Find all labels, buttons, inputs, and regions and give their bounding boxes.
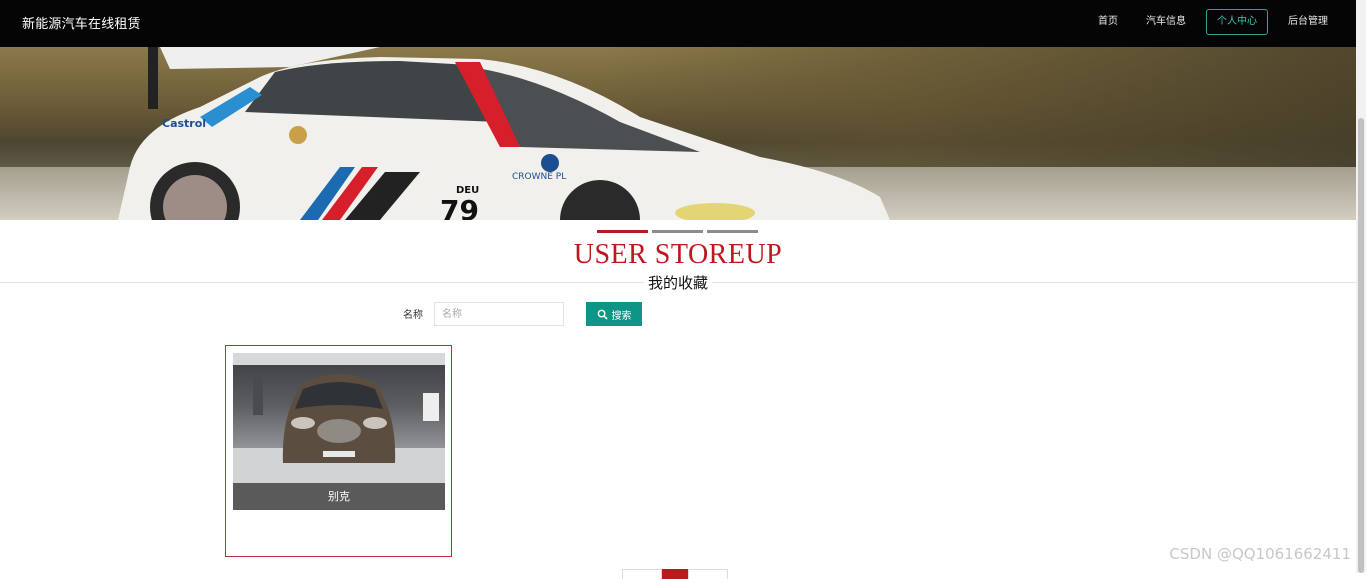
search-button[interactable]: 搜索	[586, 302, 642, 326]
nav-item-personal-center[interactable]: 个人中心	[1206, 9, 1268, 35]
top-navbar: 新能源汽车在线租赁 首页 汽车信息 个人中心 后台管理	[0, 0, 1356, 47]
nav-item-admin[interactable]: 后台管理	[1274, 9, 1356, 35]
pagination-page-current[interactable]	[662, 569, 688, 579]
svg-text:Castrol: Castrol	[162, 117, 206, 130]
watermark-text: CSDN @QQ1061662411	[1169, 545, 1351, 563]
carousel-indicator[interactable]	[707, 230, 758, 233]
section-title-cn: 我的收藏	[643, 274, 712, 292]
car-image[interactable]	[233, 353, 445, 483]
nav-item-car-info[interactable]: 汽车信息	[1132, 9, 1200, 35]
carousel-indicators	[597, 230, 758, 233]
svg-text:CROWNE PL: CROWNE PL	[512, 172, 566, 182]
car-photo	[233, 353, 445, 483]
search-label: 名称	[403, 310, 423, 321]
page-scrollbar[interactable]	[1356, 0, 1366, 573]
car-name[interactable]: 别克	[233, 483, 445, 510]
scrollbar-thumb[interactable]	[1358, 118, 1364, 573]
favorite-card[interactable]: 别克	[225, 345, 452, 557]
search-icon	[597, 309, 608, 320]
race-car-image: Castrol CROWNE PL DEU 79	[118, 47, 890, 220]
carousel-indicator[interactable]	[652, 230, 703, 233]
nav-item-home[interactable]: 首页	[1084, 9, 1132, 35]
carousel-indicator[interactable]	[597, 230, 648, 233]
section-title-en: USER STOREUP	[573, 239, 783, 270]
banner-carousel[interactable]: Castrol CROWNE PL DEU 79	[0, 47, 1356, 220]
search-input[interactable]	[434, 302, 564, 326]
pagination-prev[interactable]	[622, 569, 662, 579]
nav-menu: 首页 汽车信息 个人中心 后台管理	[1084, 9, 1356, 35]
search-button-label: 搜索	[611, 310, 632, 322]
pagination-next[interactable]	[688, 569, 728, 579]
pagination	[622, 569, 728, 579]
section-title-cn-wrap: 我的收藏	[0, 272, 1356, 293]
site-title[interactable]: 新能源汽车在线租赁	[22, 13, 141, 32]
svg-text:79: 79	[440, 194, 479, 220]
